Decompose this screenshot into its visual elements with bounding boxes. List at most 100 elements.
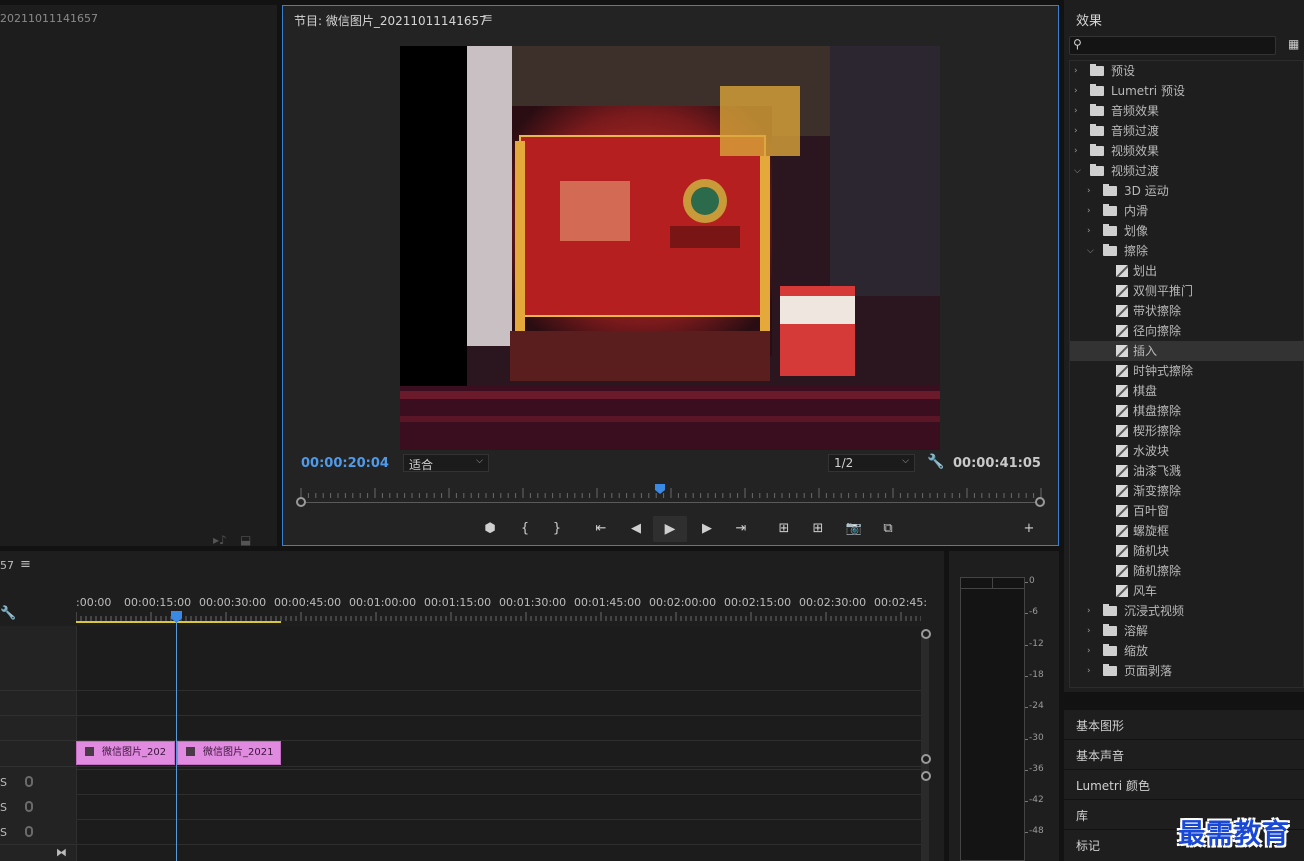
- effects-tree-label: 随机擦除: [1133, 564, 1182, 578]
- effects-tree-label: Lumetri 预设: [1111, 84, 1185, 98]
- mark-out-button[interactable]: }: [546, 518, 568, 540]
- effects-tree-item[interactable]: 风车: [1070, 581, 1304, 601]
- effects-tree-item[interactable]: 油漆飞溅: [1070, 461, 1304, 481]
- chevron-right-icon[interactable]: ›: [1074, 141, 1078, 161]
- panel-essential-sound[interactable]: 基本声音: [1064, 740, 1304, 769]
- timeline-ruler-label: 00:01:15:00: [424, 596, 492, 609]
- scrub-bar[interactable]: [301, 502, 1042, 503]
- panel-lumetri-color[interactable]: Lumetri 颜色: [1064, 770, 1304, 799]
- wrench-icon[interactable]: 🔧: [0, 606, 16, 621]
- scrollbar-handle[interactable]: [921, 754, 931, 764]
- microphone-icon[interactable]: [25, 801, 33, 812]
- timeline-ruler-ticks[interactable]: [76, 612, 921, 621]
- go-to-in-button[interactable]: ⇤: [590, 518, 612, 540]
- scrollbar-handle[interactable]: [921, 629, 931, 639]
- track-divider: [77, 690, 922, 691]
- chevron-right-icon[interactable]: ›: [1087, 601, 1091, 621]
- effects-tree-item[interactable]: 随机擦除: [1070, 561, 1304, 581]
- effects-tree-item[interactable]: 水波块: [1070, 441, 1304, 461]
- effects-tree-item[interactable]: › 音频过渡: [1070, 121, 1304, 141]
- sequence-tab-title[interactable]: 57: [0, 559, 14, 572]
- go-to-out-button[interactable]: ⇥: [730, 518, 752, 540]
- effects-tree-item[interactable]: 时钟式擦除: [1070, 361, 1304, 381]
- effects-tree-item[interactable]: 渐变擦除: [1070, 481, 1304, 501]
- effects-tree-item[interactable]: 楔形擦除: [1070, 421, 1304, 441]
- zoom-dropdown[interactable]: 适合 ⌵: [403, 454, 489, 472]
- effects-tree-item[interactable]: 螺旋框: [1070, 521, 1304, 541]
- effects-tree-item[interactable]: › 视频效果: [1070, 141, 1304, 161]
- effects-tree-item[interactable]: › 音频效果: [1070, 101, 1304, 121]
- effects-tree-item[interactable]: › 内滑: [1070, 201, 1304, 221]
- chevron-right-icon[interactable]: ›: [1074, 81, 1078, 101]
- resolution-dropdown[interactable]: 1/2 ⌵: [828, 454, 915, 472]
- chevron-right-icon[interactable]: ›: [1087, 201, 1091, 221]
- program-time-ruler[interactable]: [295, 484, 1047, 500]
- effects-tree-item[interactable]: › 沉浸式视频: [1070, 601, 1304, 621]
- effects-tree-item[interactable]: ⌵ 擦除: [1070, 241, 1304, 261]
- timeline-playhead-line[interactable]: [176, 613, 177, 861]
- extract-button[interactable]: ⊞: [807, 518, 829, 540]
- timeline-ruler-label: 00:02:45:: [874, 596, 928, 609]
- export-frame-button[interactable]: 📷: [843, 518, 865, 540]
- chevron-right-icon[interactable]: ›: [1074, 101, 1078, 121]
- wrench-icon[interactable]: 🔧: [927, 454, 944, 470]
- effects-tree-item[interactable]: 插入: [1070, 341, 1304, 361]
- effects-tree-item[interactable]: 随机块: [1070, 541, 1304, 561]
- chevron-right-icon[interactable]: ›: [1074, 61, 1078, 81]
- effects-tree-item[interactable]: › 溶解: [1070, 621, 1304, 641]
- effects-tree-item[interactable]: 百叶窗: [1070, 501, 1304, 521]
- play-button[interactable]: ▶: [653, 516, 687, 542]
- chevron-right-icon[interactable]: ›: [1087, 661, 1091, 681]
- chevron-down-icon[interactable]: ⌵: [1087, 241, 1094, 261]
- new-bin-icon[interactable]: ▦: [1288, 37, 1299, 51]
- effects-tree-item[interactable]: 划出: [1070, 261, 1304, 281]
- effects-tree-item[interactable]: 径向擦除: [1070, 321, 1304, 341]
- effects-tree-item[interactable]: ⌵ 视频过渡: [1070, 161, 1304, 181]
- video-clip[interactable]: 微信图片_2021: [177, 741, 281, 765]
- work-area-bar[interactable]: [76, 621, 281, 623]
- effects-tree-item[interactable]: 棋盘: [1070, 381, 1304, 401]
- chevron-down-icon[interactable]: ⌵: [1074, 161, 1081, 181]
- effects-tree-item[interactable]: 棋盘擦除: [1070, 401, 1304, 421]
- microphone-icon[interactable]: [25, 826, 33, 837]
- step-back-button[interactable]: ◀: [625, 518, 647, 540]
- effects-tree-item[interactable]: › Lumetri 预设: [1070, 81, 1304, 101]
- effects-search-input[interactable]: ⚲: [1069, 36, 1276, 55]
- track-divider: [77, 766, 922, 767]
- add-button[interactable]: +: [1018, 518, 1040, 540]
- bowtie-icon[interactable]: ⧓: [56, 846, 67, 859]
- step-forward-button[interactable]: ▶: [696, 518, 718, 540]
- compare-button[interactable]: ⧉: [877, 518, 899, 540]
- add-marker-button[interactable]: ⬢: [479, 518, 501, 540]
- scrub-end-handle[interactable]: [1035, 497, 1045, 507]
- panel-essential-graphics[interactable]: 基本图形: [1064, 710, 1304, 739]
- db-label: -12: [1029, 638, 1044, 649]
- effects-tree-label: 音频效果: [1111, 104, 1160, 118]
- hamburger-icon[interactable]: ≡: [482, 11, 493, 26]
- effects-tree-item[interactable]: › 划像: [1070, 221, 1304, 241]
- hamburger-icon[interactable]: ≡: [20, 557, 31, 572]
- video-clip[interactable]: 微信图片_202: [76, 741, 175, 765]
- microphone-icon[interactable]: [25, 776, 33, 787]
- scrollbar-handle[interactable]: [921, 771, 931, 781]
- effects-tree: › 预设 › Lumetri 预设 › 音频效果 › 音频过渡 › 视频效果 ⌵ 视频过渡 › 3D 运动…: [1069, 60, 1304, 688]
- export-frame-icon[interactable]: ⬓: [240, 533, 251, 547]
- chevron-right-icon[interactable]: ›: [1074, 121, 1078, 141]
- lift-button[interactable]: ⊞: [773, 518, 795, 540]
- chevron-right-icon[interactable]: ›: [1087, 641, 1091, 661]
- effects-tree-item[interactable]: › 页面剥落: [1070, 661, 1304, 681]
- current-timecode[interactable]: 00:00:20:04: [301, 456, 389, 471]
- effects-tree-item[interactable]: 双侧平推门: [1070, 281, 1304, 301]
- scrub-start-handle[interactable]: [296, 497, 306, 507]
- effects-tree-item[interactable]: › 预设: [1070, 61, 1304, 81]
- chevron-right-icon[interactable]: ›: [1087, 621, 1091, 641]
- timeline-ruler-label: 00:00:30:00: [199, 596, 267, 609]
- insert-icon[interactable]: ▸♪: [213, 533, 227, 547]
- chevron-right-icon[interactable]: ›: [1087, 181, 1091, 201]
- chevron-right-icon[interactable]: ›: [1087, 221, 1091, 241]
- mark-in-button[interactable]: {: [514, 518, 536, 540]
- vertical-scrollbar[interactable]: [921, 631, 929, 861]
- effects-tree-item[interactable]: › 缩放: [1070, 641, 1304, 661]
- effects-tree-item[interactable]: 带状擦除: [1070, 301, 1304, 321]
- effects-tree-item[interactable]: › 3D 运动: [1070, 181, 1304, 201]
